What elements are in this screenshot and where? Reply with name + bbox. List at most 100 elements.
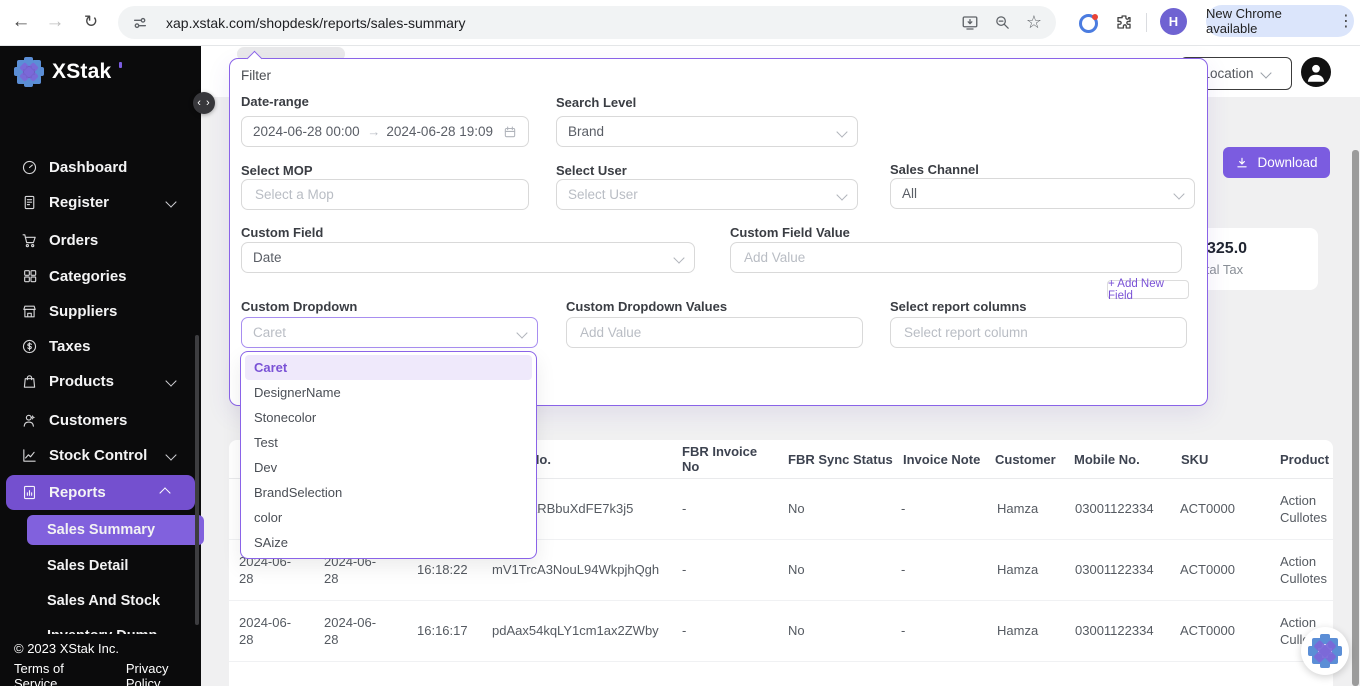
dropdown-option-brandselection[interactable]: BrandSelection — [245, 480, 532, 505]
extensions-puzzle-icon[interactable] — [1112, 10, 1136, 34]
sidebar-item-customers[interactable]: Customers — [0, 403, 201, 437]
custom-field-value-field[interactable] — [742, 249, 1181, 266]
custom-dropdown-values-field[interactable] — [578, 324, 862, 341]
custom-dropdown-options-list: Caret DesignerName Stonecolor Test Dev B… — [240, 351, 537, 559]
custom-dropdown-combobox[interactable]: Caret — [241, 317, 538, 348]
custom-dropdown-values-input[interactable] — [566, 317, 863, 348]
sidebar-item-label: Reports — [49, 484, 106, 501]
bookmark-star-icon[interactable] — [1022, 11, 1046, 35]
download-button[interactable]: Download — [1223, 147, 1330, 178]
sidebar-item-label: Dashboard — [49, 159, 127, 176]
chevron-down-icon — [1173, 188, 1184, 199]
sidebar-item-products[interactable]: Products — [0, 364, 201, 398]
subitem-label: Sales Summary — [47, 522, 155, 538]
sidebar-item-categories[interactable]: Categories — [0, 259, 201, 293]
xstak-widget-icon — [1308, 634, 1342, 668]
select-user-select[interactable]: Select User — [556, 179, 858, 210]
extension-colored-icon[interactable] — [1076, 11, 1100, 35]
date-range-end[interactable]: 2024-06-28 19:09 — [386, 124, 493, 139]
cell-sku: ACT0000 — [1180, 478, 1268, 539]
dropdown-option-stonecolor[interactable]: Stonecolor — [245, 405, 532, 430]
xstak-logo[interactable]: XStak — [14, 57, 122, 87]
dropdown-option-dev[interactable]: Dev — [245, 455, 532, 480]
cell-customer: Hamza — [997, 539, 1067, 600]
dropdown-option-saize[interactable]: SAize — [245, 530, 532, 555]
terms-link[interactable]: Terms of Service — [14, 661, 104, 686]
address-bar[interactable]: xap.xstak.com/shopdesk/reports/sales-sum… — [118, 6, 1056, 39]
browser-profile-avatar[interactable]: H — [1160, 8, 1187, 35]
stock-control-icon — [21, 447, 38, 464]
logo-tick — [119, 62, 122, 68]
sidebar-item-stock-control[interactable]: Stock Control — [0, 438, 201, 472]
mop-field[interactable] — [253, 186, 528, 203]
cell-invoice-note: - — [901, 478, 989, 539]
range-arrow-icon: → — [367, 124, 380, 139]
cell-fbr-sync: No — [788, 478, 893, 539]
report-columns-input[interactable] — [890, 317, 1187, 348]
table-row[interactable]: 2024-06-28 2024-06-28 16:16:17 pdAax54kq… — [229, 600, 1333, 662]
xstak-logo-icon — [14, 57, 44, 87]
chrome-update-button[interactable]: New Chrome available — [1206, 5, 1354, 37]
cell-mobile: 03001122334 — [1075, 539, 1175, 600]
col-sku: SKU — [1181, 440, 1269, 478]
date-range-picker[interactable]: 2024-06-28 00:00 → 2024-06-28 19:09 — [241, 116, 529, 147]
sidebar-item-orders[interactable]: Orders — [0, 223, 201, 257]
select-mop-input[interactable] — [241, 179, 529, 210]
search-level-select[interactable]: Brand — [556, 116, 858, 147]
sidebar-item-suppliers[interactable]: Suppliers — [0, 294, 201, 328]
col-mobile: Mobile No. — [1074, 440, 1174, 478]
cell-mobile: 03001122334 — [1075, 600, 1175, 661]
sidebar-item-register[interactable]: Register — [0, 185, 201, 219]
user-avatar[interactable] — [1301, 57, 1331, 87]
select-user-label: Select User — [556, 163, 627, 178]
dropdown-option-designername[interactable]: DesignerName — [245, 380, 532, 405]
install-app-icon[interactable] — [958, 11, 982, 35]
browser-forward-icon[interactable] — [42, 9, 68, 35]
sidebar-item-dashboard[interactable]: Dashboard — [0, 150, 201, 184]
site-info-icon[interactable] — [128, 11, 152, 35]
sidebar-item-reports[interactable]: Reports — [6, 475, 195, 510]
select-user-placeholder: Select User — [568, 187, 838, 202]
dropdown-option-test[interactable]: Test — [245, 430, 532, 455]
zoom-out-icon[interactable] — [990, 11, 1014, 35]
cell-order-id: pdAax54kqLY1cm1ax2ZWby — [492, 600, 677, 661]
filter-title: Filter — [241, 68, 271, 83]
sidebar-collapse-toggle[interactable] — [193, 92, 215, 114]
suppliers-icon — [21, 303, 38, 320]
custom-field-select[interactable]: Date — [241, 242, 695, 273]
custom-field-label: Custom Field — [241, 225, 323, 240]
dropdown-option-caret[interactable]: Caret — [245, 355, 532, 380]
custom-dropdown-label: Custom Dropdown — [241, 299, 357, 314]
add-new-field-button[interactable]: + Add New Field — [1107, 280, 1189, 299]
report-columns-field[interactable] — [902, 324, 1186, 341]
xstak-floating-widget[interactable] — [1301, 627, 1349, 675]
sidebar-scrollbar[interactable] — [195, 335, 199, 625]
chevron-down-icon — [165, 375, 176, 386]
date-range-start[interactable]: 2024-06-28 00:00 — [253, 124, 361, 139]
sidebar-subitem-sales-detail[interactable]: Sales Detail — [47, 551, 128, 581]
sidebar-item-label: Suppliers — [49, 303, 117, 320]
browser-menu-icon[interactable] — [1338, 11, 1354, 31]
sales-channel-select[interactable]: All — [890, 178, 1195, 209]
products-icon — [21, 373, 38, 390]
cell-customer: Hamza — [997, 600, 1067, 661]
subitem-label: Sales And Stock — [47, 593, 160, 609]
sidebar-subitem-sales-summary[interactable]: Sales Summary — [27, 515, 204, 545]
chevron-down-icon — [836, 126, 847, 137]
sidebar-subitem-sales-and-stock[interactable]: Sales And Stock — [47, 586, 160, 616]
dropdown-option-color[interactable]: color — [245, 505, 532, 530]
col-fbr-invoice: FBR Invoice No — [682, 440, 778, 478]
page-scrollbar[interactable] — [1352, 150, 1359, 686]
search-level-label: Search Level — [556, 95, 636, 110]
sidebar-item-taxes[interactable]: Taxes — [0, 329, 201, 363]
custom-field-value-input[interactable] — [730, 242, 1182, 273]
browser-back-icon[interactable] — [8, 9, 34, 35]
cell-product: Action Cullotes — [1280, 539, 1335, 600]
cell-time: 16:16:17 — [417, 600, 481, 661]
col-customer: Customer — [995, 440, 1065, 478]
categories-icon — [21, 268, 38, 285]
privacy-link[interactable]: Privacy Policy — [126, 661, 201, 686]
url-text[interactable]: xap.xstak.com/shopdesk/reports/sales-sum… — [166, 15, 954, 31]
select-mop-label: Select MOP — [241, 163, 313, 178]
browser-reload-icon[interactable] — [78, 9, 104, 35]
